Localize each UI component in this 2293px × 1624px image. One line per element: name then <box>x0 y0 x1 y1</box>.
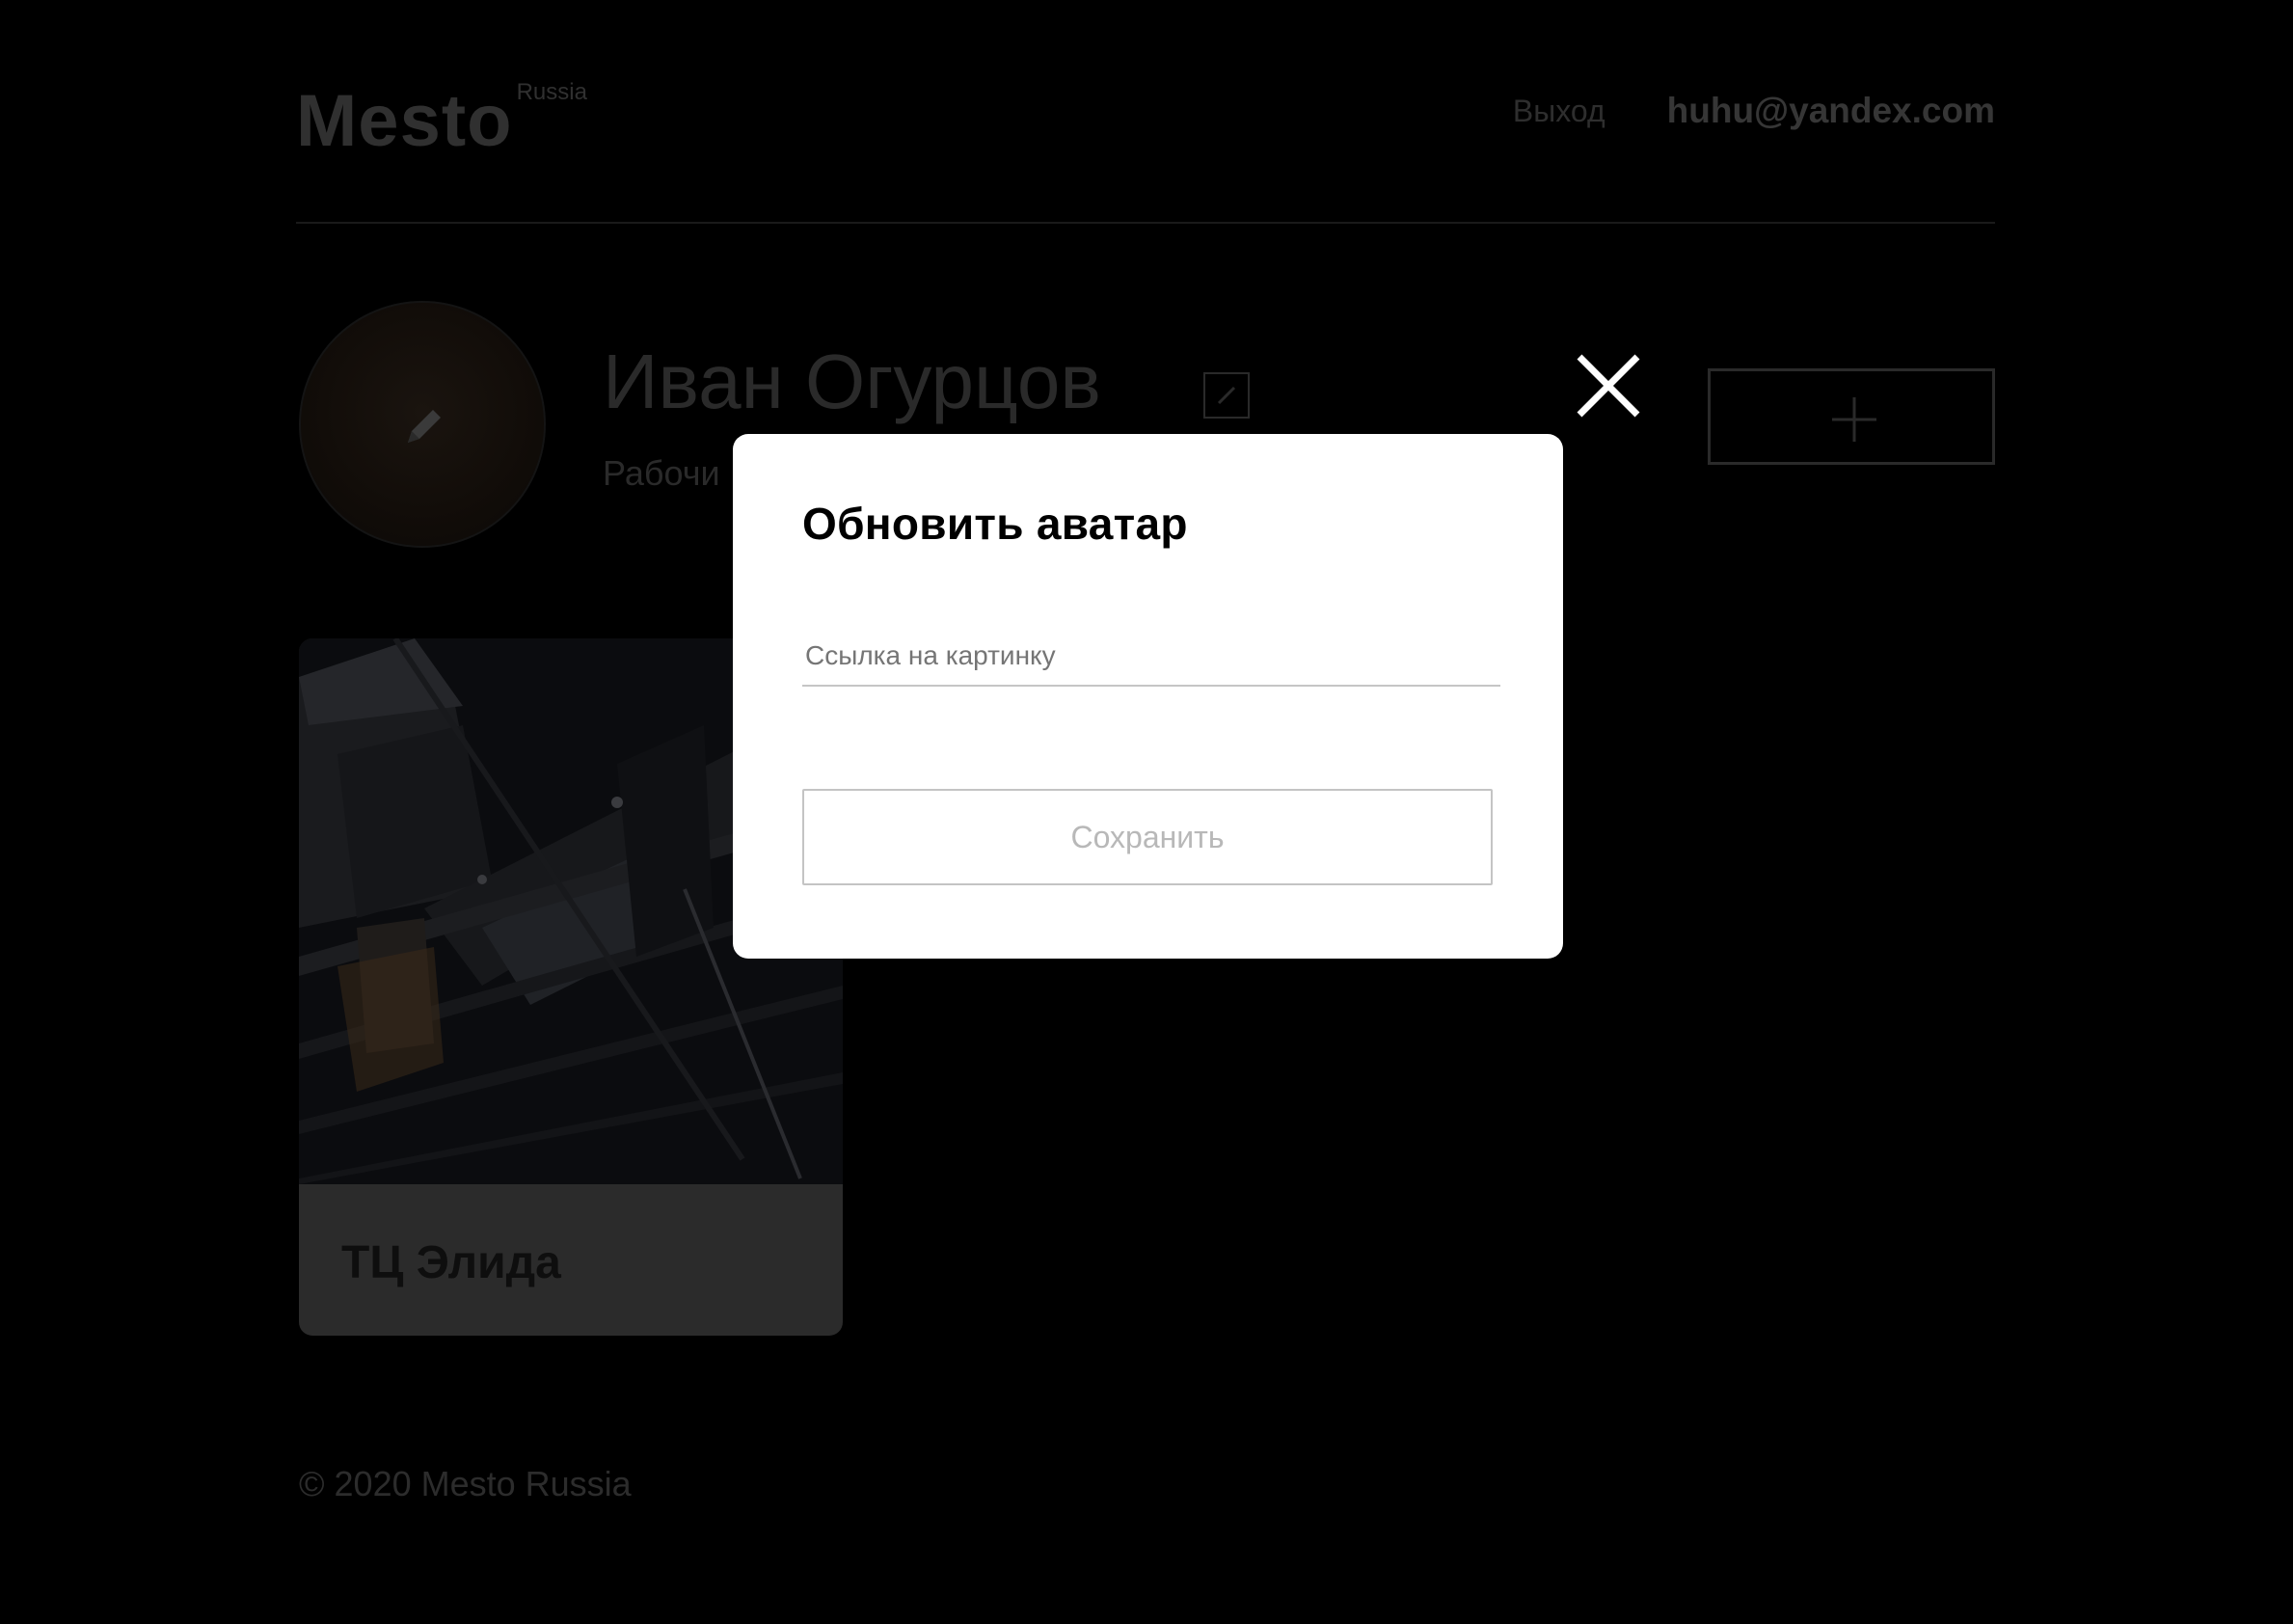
user-email: huhu@yandex.com <box>1666 91 1995 130</box>
popup-title: Обновить аватар <box>802 499 1188 549</box>
logo: Mesto Russia <box>296 79 587 162</box>
profile-about: Рабочи <box>603 453 720 493</box>
logo-text: Mesto <box>296 80 513 162</box>
update-avatar-popup: Обновить аватар Сохранить <box>733 434 1563 959</box>
pencil-icon <box>408 410 441 443</box>
card-title: ТЦ Элида <box>341 1237 561 1288</box>
avatar[interactable] <box>299 301 546 548</box>
header: Mesto Russia Выход huhu@yandex.com <box>296 68 1995 224</box>
logo-subtitle: Russia <box>516 79 587 105</box>
header-nav: Выход huhu@yandex.com <box>1513 91 1995 131</box>
plus-icon <box>1832 397 1876 442</box>
avatar-link-input[interactable] <box>802 627 1500 687</box>
save-button[interactable]: Сохранить <box>802 789 1493 885</box>
pencil-icon <box>1217 386 1236 405</box>
page: Mesto Russia Выход huhu@yandex.com Иван … <box>0 0 2293 1624</box>
logout-link[interactable]: Выход <box>1513 94 1605 129</box>
profile-name: Иван Огурцов <box>603 338 1101 424</box>
close-icon[interactable] <box>1572 349 1645 422</box>
add-card-button[interactable] <box>1708 368 1995 465</box>
footer-copyright: © 2020 Mesto Russia <box>299 1464 632 1503</box>
edit-profile-button[interactable] <box>1203 372 1250 419</box>
